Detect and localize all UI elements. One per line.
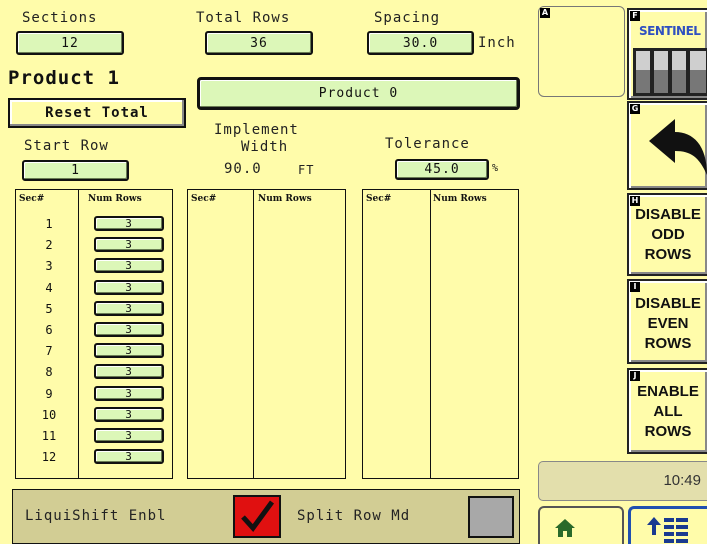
section-num-rows-field[interactable]: 3 bbox=[94, 237, 164, 253]
softkey-f-sentinel[interactable]: F SENTINEL bbox=[627, 8, 707, 100]
start-row-label: Start Row bbox=[24, 138, 109, 154]
section-number: 9 bbox=[45, 386, 53, 401]
col-header-num-rows: Num Rows bbox=[258, 194, 312, 204]
button-label-line2: ALL bbox=[653, 403, 683, 420]
col-header-num-rows: Num Rows bbox=[88, 194, 142, 204]
softkey-i-disable-even-rows[interactable]: I DISABLE EVEN ROWS bbox=[627, 279, 707, 364]
section-number: 8 bbox=[45, 365, 53, 380]
sentinel-logo: SENTINEL bbox=[639, 24, 701, 38]
key-label: F bbox=[630, 11, 640, 21]
section-num-rows-field[interactable]: 3 bbox=[94, 406, 164, 422]
button-label-line1: DISABLE bbox=[635, 295, 701, 312]
sections-field[interactable]: 12 bbox=[16, 31, 124, 55]
start-row-field[interactable]: 1 bbox=[22, 160, 129, 181]
key-label: I bbox=[630, 282, 640, 292]
section-num-rows-field[interactable]: 3 bbox=[94, 343, 164, 359]
section-num-rows-field[interactable]: 3 bbox=[94, 279, 164, 295]
section-table-1: Sec# Num Rows 1 3 2 3 3 3 4 3 5 3 6 3 7 3 8 3 9 3 10 3 11 3 12… bbox=[15, 189, 173, 479]
spacing-label: Spacing bbox=[374, 10, 441, 26]
button-label-line3: ROWS bbox=[644, 423, 692, 440]
spacing-unit: Inch bbox=[478, 35, 516, 51]
button-label-line1: ENABLE bbox=[637, 383, 699, 400]
section-number: 3 bbox=[45, 259, 53, 274]
section-number: 12 bbox=[41, 450, 57, 465]
checkmark-icon bbox=[241, 500, 275, 532]
col-header-sec: Sec# bbox=[19, 194, 45, 204]
tolerance-unit: % bbox=[492, 163, 499, 174]
spacing-field[interactable]: 30.0 bbox=[367, 31, 474, 55]
liquishift-label: LiquiShift Enbl bbox=[25, 508, 167, 524]
clock-time: 10:49 bbox=[663, 472, 701, 489]
home-button[interactable] bbox=[538, 506, 624, 544]
section-table-2: Sec# Num Rows bbox=[187, 189, 346, 479]
button-label-line2: ODD bbox=[651, 226, 685, 243]
section-num-rows-field[interactable]: 3 bbox=[94, 300, 164, 316]
menu-button[interactable] bbox=[628, 506, 707, 544]
section-number: 1 bbox=[45, 217, 53, 231]
bottom-options-bar: LiquiShift Enbl Split Row Md bbox=[12, 489, 520, 544]
softkey-a[interactable]: A bbox=[538, 6, 625, 97]
button-label-line3: ROWS bbox=[644, 335, 692, 352]
product-title: Product 1 bbox=[8, 67, 120, 89]
button-label-line2: EVEN bbox=[647, 315, 689, 332]
split-row-checkbox[interactable] bbox=[468, 496, 514, 538]
softkey-j-enable-all-rows[interactable]: J ENABLE ALL ROWS bbox=[627, 368, 707, 454]
section-num-rows-field[interactable]: 3 bbox=[94, 322, 164, 337]
col-header-sec: Sec# bbox=[366, 194, 392, 204]
product-selector[interactable]: Product 0 bbox=[197, 77, 520, 110]
section-number: 10 bbox=[41, 407, 57, 422]
split-row-label: Split Row Md bbox=[297, 508, 411, 524]
total-rows-label: Total Rows bbox=[196, 10, 291, 26]
section-num-rows-field[interactable]: 3 bbox=[94, 258, 164, 274]
key-label: G bbox=[630, 104, 640, 114]
section-number: 6 bbox=[45, 323, 53, 337]
sections-label: Sections bbox=[22, 10, 98, 26]
menu-up-icon bbox=[647, 517, 688, 543]
button-label-line3: ROWS bbox=[644, 246, 692, 263]
button-label-line1: DISABLE bbox=[635, 206, 701, 223]
implement-label: Implement bbox=[214, 122, 299, 138]
width-label: Width bbox=[241, 139, 289, 155]
section-num-rows-field[interactable]: 3 bbox=[94, 428, 164, 443]
total-rows-field[interactable]: 36 bbox=[205, 31, 313, 55]
tolerance-label: Tolerance bbox=[385, 136, 470, 152]
row-sections-icon bbox=[633, 48, 707, 96]
home-icon bbox=[555, 519, 575, 537]
col-header-sec: Sec# bbox=[191, 194, 217, 204]
back-arrow-icon bbox=[649, 119, 707, 175]
tolerance-field[interactable]: 45.0 bbox=[395, 159, 489, 180]
clock-panel: 10:49 bbox=[538, 461, 707, 501]
reset-total-button[interactable]: Reset Total bbox=[8, 98, 186, 128]
section-num-rows-field[interactable]: 3 bbox=[94, 385, 164, 401]
key-label: J bbox=[630, 371, 640, 381]
softkey-g-back[interactable]: G bbox=[627, 101, 707, 190]
section-num-rows-field[interactable]: 3 bbox=[94, 216, 164, 231]
col-header-num-rows: Num Rows bbox=[433, 194, 487, 204]
section-number: 11 bbox=[41, 429, 57, 443]
implement-width-unit: FT bbox=[298, 163, 315, 177]
implement-width-value: 90.0 bbox=[224, 161, 262, 177]
section-number: 7 bbox=[45, 344, 53, 359]
section-number: 4 bbox=[45, 280, 53, 295]
section-num-rows-field[interactable]: 3 bbox=[94, 364, 164, 380]
section-table-3: Sec# Num Rows bbox=[362, 189, 519, 479]
section-number: 5 bbox=[45, 301, 53, 316]
liquishift-checkbox[interactable] bbox=[233, 495, 281, 538]
section-number: 2 bbox=[45, 238, 53, 253]
softkey-h-disable-odd-rows[interactable]: H DISABLE ODD ROWS bbox=[627, 193, 707, 276]
section-num-rows-field[interactable]: 3 bbox=[94, 449, 164, 465]
key-label: A bbox=[540, 8, 550, 18]
